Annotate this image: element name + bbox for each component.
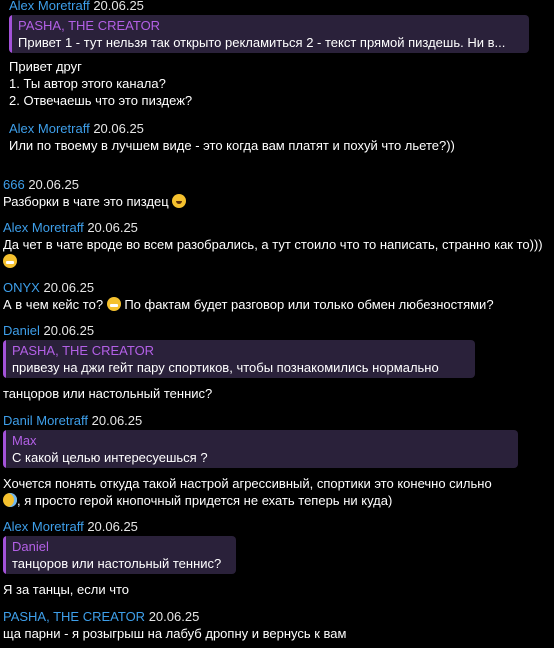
message-text: Или по твоему в лучшем виде - это когда … [9,138,455,153]
message: Alex Moretraff 20.06.25 Да чет в чате вр… [3,219,548,270]
message-header: Alex Moretraff 20.06.25 [3,219,548,236]
message-date: 20.06.25 [43,323,95,338]
message-text: танцоров или настольный теннис? [3,386,213,401]
message-date: 20.06.25 [93,0,144,13]
message-date: 20.06.25 [93,121,144,136]
message: ONYX 20.06.25 А в чем кейс то? По фактам… [3,279,548,313]
message-date: 20.06.25 [28,177,79,192]
reply-quote[interactable]: PASHA, THE CREATOR Привет 1 - тут нельзя… [9,15,529,53]
message-date: 20.06.25 [43,280,95,295]
message-text-part: А в чем кейс то? [3,297,104,312]
grinning-icon [3,254,17,268]
message: Alex Moretraff 20.06.25 Daniel танцоров … [3,518,548,598]
quote-author: PASHA, THE CREATOR [12,343,155,358]
message-text: Да чет в чате вроде во всем разобрались,… [3,236,548,270]
author-name[interactable]: Daniel [3,323,40,338]
message: 666 20.06.25 Разборки в чате это пиздец [3,176,548,210]
author-name[interactable]: ONYX [3,280,40,295]
message-date: 20.06.25 [87,519,138,534]
message-text-part: , я просто герой кнопочный придется не е… [17,493,393,508]
author-name[interactable]: Alex Moretraff [9,121,90,136]
author-name[interactable]: Alex Moretraff [3,220,84,235]
reply-quote[interactable]: PASHA, THE CREATOR привезу на джи гейт п… [3,340,475,378]
message: PASHA, THE CREATOR 20.06.25 ща парни - я… [3,608,548,642]
message-header: Alex Moretraff 20.06.25 [9,0,548,14]
message: Alex Moretraff 20.06.25 Или по твоему в … [9,120,548,154]
quote-text: Привет 1 - тут нельзя так открыто реклам… [18,35,506,50]
author-name[interactable]: Danil Moretraff [3,413,88,428]
grimacing-icon [106,297,121,311]
reply-quote[interactable]: Daniel танцоров или настольный теннис? [3,536,236,574]
message-text-content: Разборки в чате это пиздец [3,194,169,209]
quote-author: PASHA, THE CREATOR [18,18,161,33]
message-header: Danil Moretraff 20.06.25 [3,412,548,429]
message: Alex Moretraff 20.06.25 PASHA, THE CREAT… [9,0,548,109]
message: Danil Moretraff 20.06.25 Max С какой цел… [3,412,548,509]
message-date: 20.06.25 [148,609,200,624]
message-text: Хочется понять откуда такой настрой агре… [3,475,548,509]
message-text-part: По фактам будет разговор или только обме… [124,297,494,312]
message-header: Alex Moretraff 20.06.25 [9,120,548,137]
message-date: 20.06.25 [91,413,143,428]
laugh-crying-icon [172,194,187,208]
author-name[interactable]: Alex Moretraff [3,519,84,534]
message-text: ща парни - я розыгрыш на лабуб дропну и … [3,626,347,641]
quote-text: танцоров или настольный теннис? [12,556,222,571]
message-text-part: Хочется понять откуда такой настрой агре… [3,476,492,491]
author-name[interactable]: PASHA, THE CREATOR [3,609,145,624]
reply-quote[interactable]: Max С какой целью интересуешься ? [3,430,518,468]
quote-text: С какой целью интересуешься ? [12,450,208,465]
message-header: ONYX 20.06.25 [3,279,548,296]
message: Daniel 20.06.25 PASHA, THE CREATOR приве… [3,322,548,402]
message-header: Daniel 20.06.25 [3,322,548,339]
message-text-content: Да чет в чате вроде во всем разобрались,… [3,237,543,252]
message-text: Я за танцы, если что [3,582,130,597]
message-text: Привет друг 1. Ты автор этого канала? 2.… [9,59,193,108]
tears-of-joy-icon [3,493,17,507]
message-header: 666 20.06.25 [3,176,548,193]
message-header: Alex Moretraff 20.06.25 [3,518,548,535]
quote-author: Daniel [12,539,49,554]
author-name[interactable]: Alex Moretraff [9,0,90,13]
author-name[interactable]: 666 [3,177,25,192]
message-text: А в чем кейс то? По фактам будет разгово… [3,296,548,313]
message-header: PASHA, THE CREATOR 20.06.25 [3,608,548,625]
quote-text: привезу на джи гейт пару спортиков, чтоб… [12,360,439,375]
message-date: 20.06.25 [87,220,138,235]
message-text: Разборки в чате это пиздец [3,193,548,210]
quote-author: Max [12,433,37,448]
